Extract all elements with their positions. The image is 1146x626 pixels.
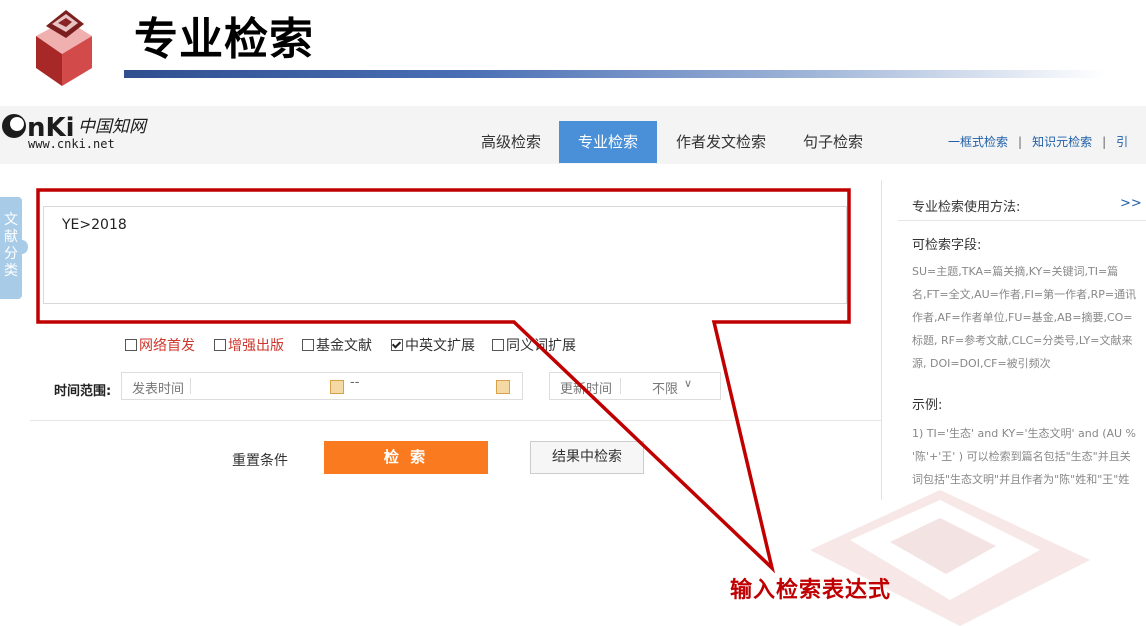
svg-text:www.cnki.net: www.cnki.net: [28, 137, 115, 151]
calendar-end-icon[interactable]: [496, 380, 510, 394]
fields-text: SU=主题,TKA=篇关摘,KY=关键词,TI=篇 名,FT=全文,AU=作者,…: [912, 265, 1137, 370]
query-expression-input[interactable]: YE>2018: [43, 206, 847, 304]
link-citation-search[interactable]: 引: [1116, 135, 1128, 149]
annotation-label: 输入检索表达式: [730, 578, 892, 603]
time-range-label: 时间范围:: [54, 384, 112, 399]
publish-date-range[interactable]: 发表时间 --: [121, 372, 523, 400]
category-side-tab[interactable]: 文献分类: [0, 197, 28, 299]
checkbox-icon: [302, 339, 314, 351]
update-time-select[interactable]: 更新时间 不限 ∨: [549, 372, 721, 400]
checkbox-enhanced-publishing[interactable]: 增强出版: [214, 335, 284, 355]
right-links: 一框式检索 | 知识元检索 | 引: [948, 135, 1129, 149]
checkbox-cn-en-expansion[interactable]: 中英文扩展: [391, 335, 475, 355]
link-knowledge-search[interactable]: 知识元检索: [1032, 135, 1092, 149]
panel-separator: [881, 180, 882, 500]
slide-logo-icon: [36, 10, 92, 86]
reset-conditions-button[interactable]: 重置条件: [232, 450, 288, 470]
calendar-start-icon[interactable]: [330, 380, 344, 394]
help-title: 专业检索使用方法:: [912, 200, 1021, 215]
search-button[interactable]: 检 索: [324, 441, 488, 474]
side-tab-arrow-icon: [16, 240, 28, 254]
tab-author-search[interactable]: 作者发文检索: [672, 121, 770, 163]
checkbox-icon: [125, 339, 137, 351]
help-panel: 专业检索使用方法: >> 可检索字段: SU=主题,TKA=篇关摘,KY=关键词…: [898, 180, 1146, 500]
tab-professional-search[interactable]: 专业检索: [559, 121, 657, 163]
slide-title: 专业检索: [134, 14, 314, 65]
help-more-link[interactable]: >>: [1120, 196, 1142, 211]
form-divider: [30, 420, 882, 421]
update-time-value: 不限: [652, 382, 679, 397]
checkbox-icon: [214, 339, 226, 351]
search-in-results-button[interactable]: 结果中检索: [530, 441, 644, 474]
checkbox-synonym-expansion[interactable]: 同义词扩展: [492, 335, 576, 355]
publish-date-placeholder: 发表时间: [132, 382, 185, 397]
checkbox-online-first[interactable]: 网络首发: [125, 335, 195, 355]
chevron-down-icon: ∨: [684, 377, 693, 390]
svg-text:中国知网: 中国知网: [78, 117, 148, 137]
example-title: 示例:: [912, 398, 943, 413]
fields-title: 可检索字段:: [912, 238, 982, 253]
checkbox-fund-literature[interactable]: 基金文献: [302, 335, 372, 355]
date-separator: --: [350, 375, 360, 390]
tab-sentence-search[interactable]: 句子检索: [798, 121, 868, 163]
tab-advanced-search[interactable]: 高级检索: [476, 121, 546, 163]
checkbox-icon: [492, 339, 504, 351]
checkbox-checked-icon: [391, 339, 403, 351]
cnki-logo[interactable]: nKi 中国知网 www.cnki.net: [0, 108, 190, 152]
link-one-box-search[interactable]: 一框式检索: [948, 135, 1008, 149]
title-rule: [124, 70, 1104, 78]
update-time-placeholder: 更新时间: [560, 382, 613, 397]
